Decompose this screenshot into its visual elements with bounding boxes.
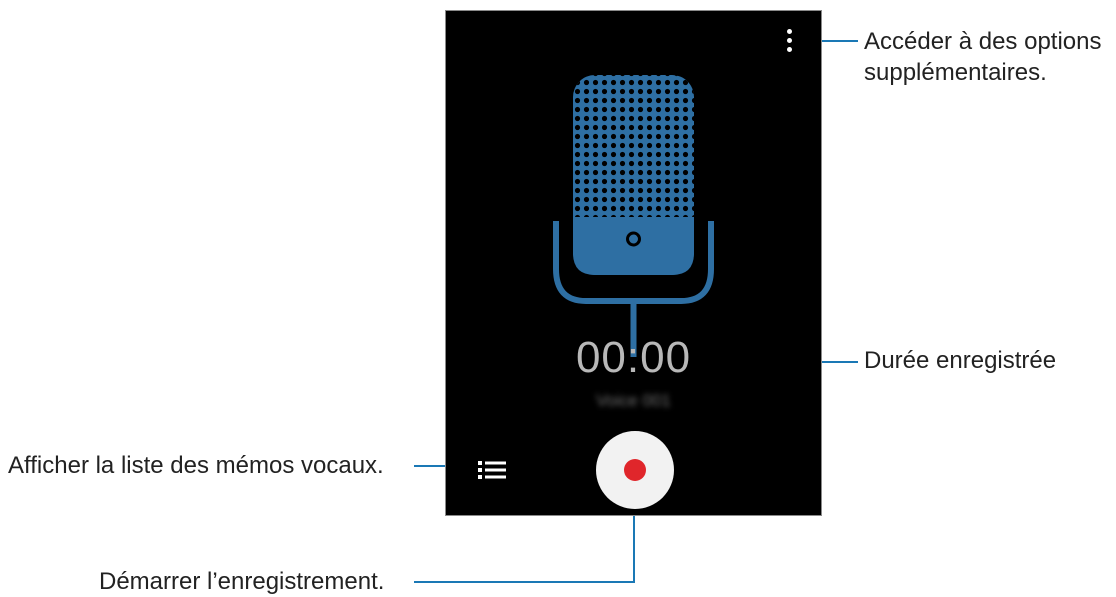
recording-file-name: Voice 001: [596, 391, 671, 410]
record-button[interactable]: [596, 431, 674, 509]
microphone-icon: [553, 75, 714, 357]
record-icon: [624, 459, 646, 481]
more-options-icon[interactable]: [781, 29, 797, 55]
elapsed-time: 00:00: [575, 333, 692, 382]
callout-duration: Durée enregistrée: [864, 347, 1057, 374]
callout-record: Démarrer l’enregistrement.: [99, 568, 385, 595]
callout-list: Afficher la liste des mémos vocaux.: [8, 452, 384, 479]
callout-options-line2: supplémentaires.: [864, 59, 1047, 86]
callout-options-line1: Accéder à des options: [864, 28, 1102, 55]
voice-recorder-screen: 00:00 Voice 001: [445, 10, 822, 516]
callout-record-line-h: [414, 581, 635, 583]
list-icon[interactable]: [478, 459, 508, 481]
